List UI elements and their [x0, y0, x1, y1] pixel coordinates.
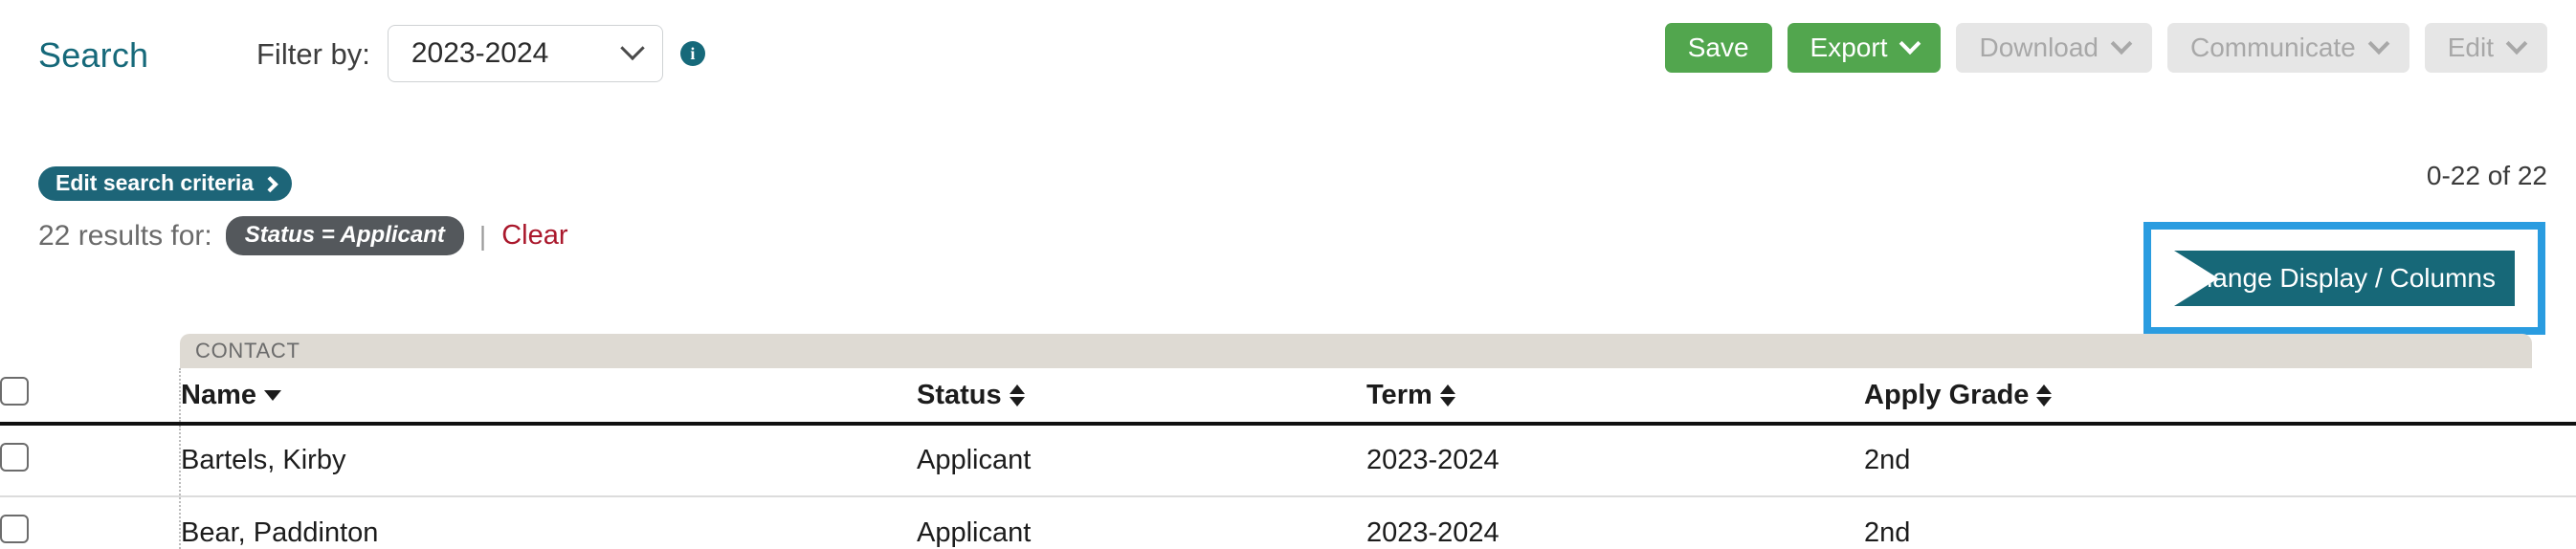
- cell-status: Applicant: [917, 445, 1032, 475]
- sort-both-icon: [1439, 384, 1455, 406]
- row-select-cell: [0, 496, 180, 549]
- table-header: Name Status Term Apply Grade: [0, 368, 2576, 424]
- results-summary: 22 results for: Status = Applicant | Cle…: [38, 216, 568, 255]
- action-button-group: Save Export Download Communicate Edit: [1664, 23, 2547, 73]
- cell-status: Applicant: [917, 516, 1032, 548]
- change-display-columns-button[interactable]: Change Display / Columns: [2174, 251, 2515, 306]
- chevron-down-icon: [620, 35, 645, 61]
- chevron-right-icon: [261, 175, 278, 192]
- save-button[interactable]: Save: [1664, 23, 1772, 73]
- results-count-label: 22 results for:: [38, 219, 212, 252]
- sort-both-icon: [2036, 384, 2053, 406]
- search-criteria-block: Edit search criteria 22 results for: Sta…: [38, 166, 568, 255]
- year-filter-select[interactable]: 2023-2024: [387, 25, 663, 82]
- info-icon[interactable]: i: [679, 41, 705, 66]
- export-button-label: Export: [1810, 33, 1888, 62]
- table-body: Bartels, Kirby Applicant 2023-2024 2nd B…: [0, 424, 2576, 549]
- cell-name: Bartels, Kirby: [179, 424, 917, 496]
- change-display-columns-label: Change Display / Columns: [2178, 263, 2497, 293]
- search-results-page: Search Filter by: 2023-2024 i Save Expor…: [0, 0, 2576, 549]
- edit-button: Edit: [2424, 23, 2547, 73]
- chevron-down-icon: [1899, 33, 1921, 55]
- page-title: Search: [38, 35, 149, 75]
- column-header-name[interactable]: Name: [179, 368, 917, 424]
- column-header-name-label: Name: [181, 379, 256, 410]
- filter-by-label: Filter by:: [256, 36, 370, 71]
- column-group-header-label: CONTACT: [195, 339, 300, 362]
- select-all-checkbox[interactable]: [0, 377, 29, 406]
- table-row[interactable]: Bear, Paddinton Applicant 2023-2024 2nd: [0, 496, 2576, 549]
- cell-apply-grade: 2nd: [1864, 445, 1911, 475]
- communicate-button-label: Communicate: [2190, 33, 2356, 62]
- sort-both-icon: [1009, 384, 1025, 406]
- edit-search-criteria-label: Edit search criteria: [56, 170, 255, 195]
- results-table: Name Status Term Apply Grade Bartels, Ki…: [0, 368, 2576, 549]
- top-toolbar: Search Filter by: 2023-2024 i Save Expor…: [0, 0, 2576, 84]
- communicate-button: Communicate: [2167, 23, 2409, 73]
- separator: |: [478, 220, 487, 251]
- cell-name: Bear, Paddinton: [179, 496, 917, 549]
- cell-term: 2023-2024: [1366, 445, 1499, 475]
- column-group-header-contact: CONTACT: [180, 334, 2532, 368]
- column-header-status[interactable]: Status: [917, 368, 1366, 424]
- column-header-term[interactable]: Term: [1366, 368, 1864, 424]
- criteria-pill-status[interactable]: Status = Applicant: [225, 216, 464, 255]
- export-button[interactable]: Export: [1787, 23, 1942, 73]
- filter-by-group: Filter by: 2023-2024 i: [256, 25, 705, 82]
- edit-button-label: Edit: [2447, 33, 2494, 62]
- cell-term: 2023-2024: [1366, 516, 1499, 548]
- pagination-range: 0-22 of 22: [2426, 161, 2547, 190]
- clear-criteria-link[interactable]: Clear: [501, 222, 567, 250]
- column-header-status-label: Status: [917, 379, 1002, 410]
- chevron-down-icon: [2367, 33, 2390, 55]
- edit-search-criteria-button[interactable]: Edit search criteria: [38, 166, 293, 201]
- column-header-apply-grade-label: Apply Grade: [1864, 379, 2030, 410]
- sort-descending-icon: [264, 389, 281, 401]
- row-checkbox[interactable]: [0, 442, 29, 472]
- year-filter-value: 2023-2024: [411, 37, 549, 69]
- select-all-cell: [0, 368, 180, 424]
- download-button-label: Download: [1979, 33, 2099, 62]
- table-row[interactable]: Bartels, Kirby Applicant 2023-2024 2nd: [0, 424, 2576, 496]
- table-header-row: Name Status Term Apply Grade: [0, 368, 2576, 424]
- save-button-label: Save: [1687, 33, 1749, 62]
- row-checkbox[interactable]: [0, 515, 29, 543]
- chevron-down-icon: [2505, 33, 2528, 55]
- row-select-cell: [0, 424, 180, 496]
- column-header-apply-grade[interactable]: Apply Grade: [1864, 368, 2576, 424]
- cell-apply-grade: 2nd: [1864, 516, 1911, 548]
- chevron-down-icon: [2110, 33, 2133, 55]
- download-button: Download: [1956, 23, 2153, 73]
- column-header-term-label: Term: [1366, 379, 1432, 410]
